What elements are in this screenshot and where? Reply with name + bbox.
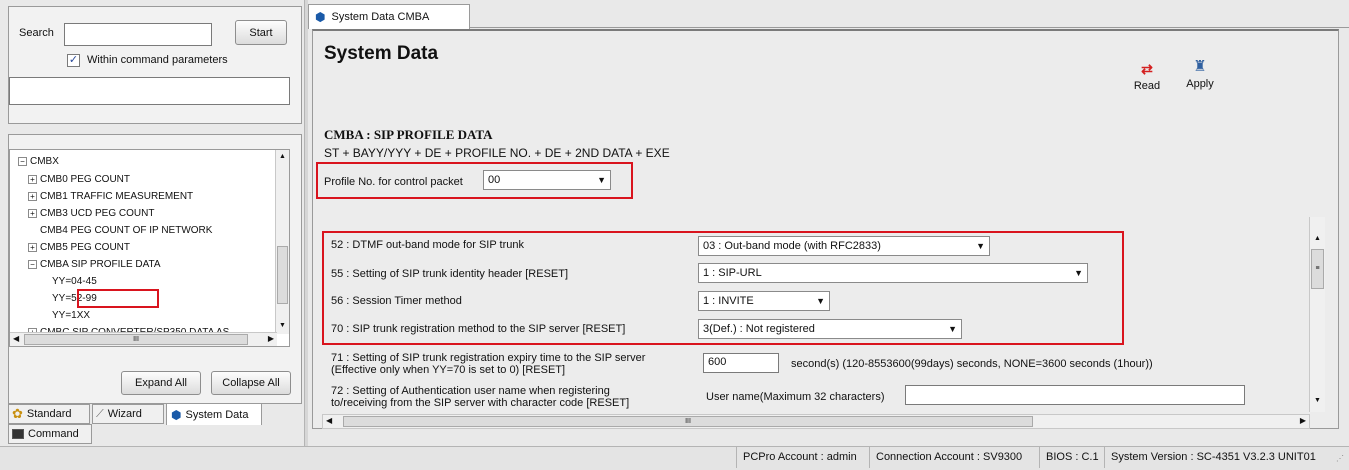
tree-hscroll-thumb[interactable]: III bbox=[24, 334, 248, 345]
param-72-field-label: User name(Maximum 32 characters) bbox=[706, 391, 885, 403]
tree-item-cmb5[interactable]: + CMB5 PEG COUNT bbox=[28, 242, 130, 253]
scroll-down-arrow-icon[interactable]: ▼ bbox=[279, 322, 286, 329]
scroll-left-arrow-icon[interactable]: ◀ bbox=[326, 416, 332, 425]
tab-command[interactable]: Command bbox=[8, 424, 92, 444]
tab-wizard[interactable]: ⟋ Wizard bbox=[92, 404, 164, 424]
tree-item-cmb1[interactable]: + CMB1 TRAFFIC MEASUREMENT bbox=[28, 191, 193, 202]
param-52-label: 52 : DTMF out-band mode for SIP trunk bbox=[331, 239, 524, 251]
collapse-icon[interactable]: − bbox=[18, 156, 27, 166]
param-list: 52 : DTMF out-band mode for SIP trunk 03… bbox=[313, 217, 1325, 412]
wand-icon: ⟋ bbox=[96, 407, 104, 420]
dropdown-arrow-icon: ▼ bbox=[976, 241, 985, 251]
param-55-select[interactable]: 1 : SIP-URL ▼ bbox=[698, 263, 1088, 283]
tab-system-data[interactable]: ⬢ System Data bbox=[166, 403, 262, 425]
tree-scroll-thumb[interactable] bbox=[277, 246, 288, 304]
param-70-label: 70 : SIP trunk registration method to th… bbox=[331, 323, 626, 335]
search-input[interactable] bbox=[64, 23, 212, 46]
cube-icon: ⬢ bbox=[315, 10, 326, 24]
within-command-label: Within command parameters bbox=[87, 54, 228, 66]
collapse-icon[interactable]: − bbox=[28, 259, 37, 269]
param-56-label: 56 : Session Timer method bbox=[331, 295, 462, 307]
bottom-tab-bar: ✿ Standard ⟋ Wizard ⬢ System Data Command bbox=[8, 403, 302, 444]
system-data-content: System Data ⇄ Read ♜ Apply CMBA : SIP PR… bbox=[312, 29, 1339, 429]
params-horizontal-scrollbar[interactable]: ◀ III ▶ bbox=[322, 414, 1310, 429]
expand-icon[interactable]: + bbox=[28, 208, 37, 218]
scroll-up-arrow-icon[interactable]: ▲ bbox=[1314, 235, 1321, 242]
within-command-checkbox[interactable]: ✓ bbox=[67, 54, 80, 67]
tree-item-cmb4[interactable]: CMB4 PEG COUNT OF IP NETWORK bbox=[40, 225, 212, 236]
scroll-up-arrow-icon[interactable]: ▲ bbox=[279, 153, 286, 160]
start-button[interactable]: Start bbox=[235, 20, 287, 45]
apply-button[interactable]: ♜ Apply bbox=[1179, 57, 1221, 97]
tree-vertical-scrollbar[interactable]: ▲ ▼ bbox=[275, 150, 289, 334]
cube-icon: ⬢ bbox=[171, 407, 182, 422]
param-52-select[interactable]: 03 : Out-band mode (with RFC2833) ▼ bbox=[698, 236, 990, 256]
gear-icon: ✿ bbox=[12, 406, 23, 421]
search-panel: Search Start ✓ Within command parameters bbox=[8, 6, 302, 124]
dropdown-arrow-icon: ▼ bbox=[948, 324, 957, 334]
read-icon: ⇄ bbox=[1141, 61, 1153, 77]
profile-select[interactable]: 00 ▼ bbox=[483, 170, 611, 190]
tree-view: − CMBX + CMB0 PEG COUNT + CMB1 TRAFFIC MEAS… bbox=[9, 149, 290, 347]
scroll-left-arrow-icon[interactable]: ◀ bbox=[13, 334, 19, 343]
param-72-username-input[interactable] bbox=[905, 385, 1245, 405]
dropdown-arrow-icon: ▼ bbox=[816, 296, 825, 306]
profile-label: Profile No. for control packet bbox=[324, 176, 463, 188]
command-format: ST + BAYY/YYY + DE + PROFILE NO. + DE + … bbox=[324, 146, 670, 160]
resize-grip-icon[interactable]: ⋰ bbox=[1336, 454, 1344, 463]
terminal-icon bbox=[12, 429, 24, 439]
tree-item-cmb3[interactable]: + CMB3 UCD PEG COUNT bbox=[28, 208, 154, 219]
tree-item-cmba[interactable]: − CMBA SIP PROFILE DATA bbox=[28, 259, 161, 270]
apply-stamp-icon: ♜ bbox=[1193, 58, 1207, 75]
params-vertical-scrollbar[interactable]: ▲ ≡ ▼ bbox=[1309, 217, 1325, 412]
param-55-label: 55 : Setting of SIP trunk identity heade… bbox=[331, 268, 569, 280]
tree-item-yy1xx[interactable]: YY=1XX bbox=[52, 310, 90, 321]
status-connection-account: Connection Account : SV9300 bbox=[869, 446, 1028, 468]
scroll-right-arrow-icon[interactable]: ▶ bbox=[1300, 416, 1306, 425]
tree-horizontal-scrollbar[interactable]: ◀ III ▶ bbox=[10, 332, 277, 346]
scroll-down-arrow-icon[interactable]: ▼ bbox=[1314, 397, 1321, 404]
doc-tab-system-data-cmba[interactable]: ⬢ System Data CMBA bbox=[308, 4, 470, 29]
section-title: CMBA : SIP PROFILE DATA bbox=[324, 127, 493, 142]
tab-standard[interactable]: ✿ Standard bbox=[8, 404, 90, 424]
param-56-select[interactable]: 1 : INVITE ▼ bbox=[698, 291, 830, 311]
expand-icon[interactable]: + bbox=[28, 191, 37, 201]
expand-all-button[interactable]: Expand All bbox=[121, 371, 201, 395]
collapse-all-button[interactable]: Collapse All bbox=[211, 371, 291, 395]
param-70-select[interactable]: 3(Def.) : Not registered ▼ bbox=[698, 319, 962, 339]
read-button[interactable]: ⇄ Read bbox=[1127, 61, 1167, 97]
expand-icon[interactable]: + bbox=[28, 242, 37, 252]
panel-splitter[interactable] bbox=[304, 0, 308, 446]
dropdown-arrow-icon: ▼ bbox=[1074, 268, 1083, 278]
status-system-version: System Version : SC-4351 V3.2.3 UNIT01 bbox=[1104, 446, 1322, 468]
param-71-input[interactable]: 600 bbox=[703, 353, 779, 373]
param-71-hint: second(s) (120-8553600(99days) seconds, … bbox=[791, 358, 1153, 370]
search-results-field[interactable] bbox=[9, 77, 290, 105]
status-bios: BIOS : C.1 bbox=[1039, 446, 1105, 468]
params-scroll-thumb[interactable]: ≡ bbox=[1311, 249, 1324, 289]
command-tree-panel: − CMBX + CMB0 PEG COUNT + CMB1 TRAFFIC MEAS… bbox=[8, 134, 302, 404]
expand-icon[interactable]: + bbox=[28, 174, 37, 184]
param-71-label: 71 : Setting of SIP trunk registration e… bbox=[331, 352, 646, 376]
param-72-label: 72 : Setting of Authentication user name… bbox=[331, 385, 630, 409]
search-label: Search bbox=[19, 27, 54, 39]
scroll-right-arrow-icon[interactable]: ▶ bbox=[268, 334, 274, 343]
tree-item-cmb0[interactable]: + CMB0 PEG COUNT bbox=[28, 174, 130, 185]
dropdown-arrow-icon: ▼ bbox=[597, 175, 606, 185]
params-hscroll-thumb[interactable]: III bbox=[343, 416, 1033, 427]
status-pcpro-account: PCPro Account : admin bbox=[736, 446, 863, 468]
tree-highlight-box bbox=[77, 289, 159, 308]
page-title: System Data bbox=[324, 43, 439, 64]
tree-item-cmbx[interactable]: − CMBX bbox=[18, 156, 59, 167]
tree-item-yy04-45[interactable]: YY=04-45 bbox=[52, 276, 97, 287]
